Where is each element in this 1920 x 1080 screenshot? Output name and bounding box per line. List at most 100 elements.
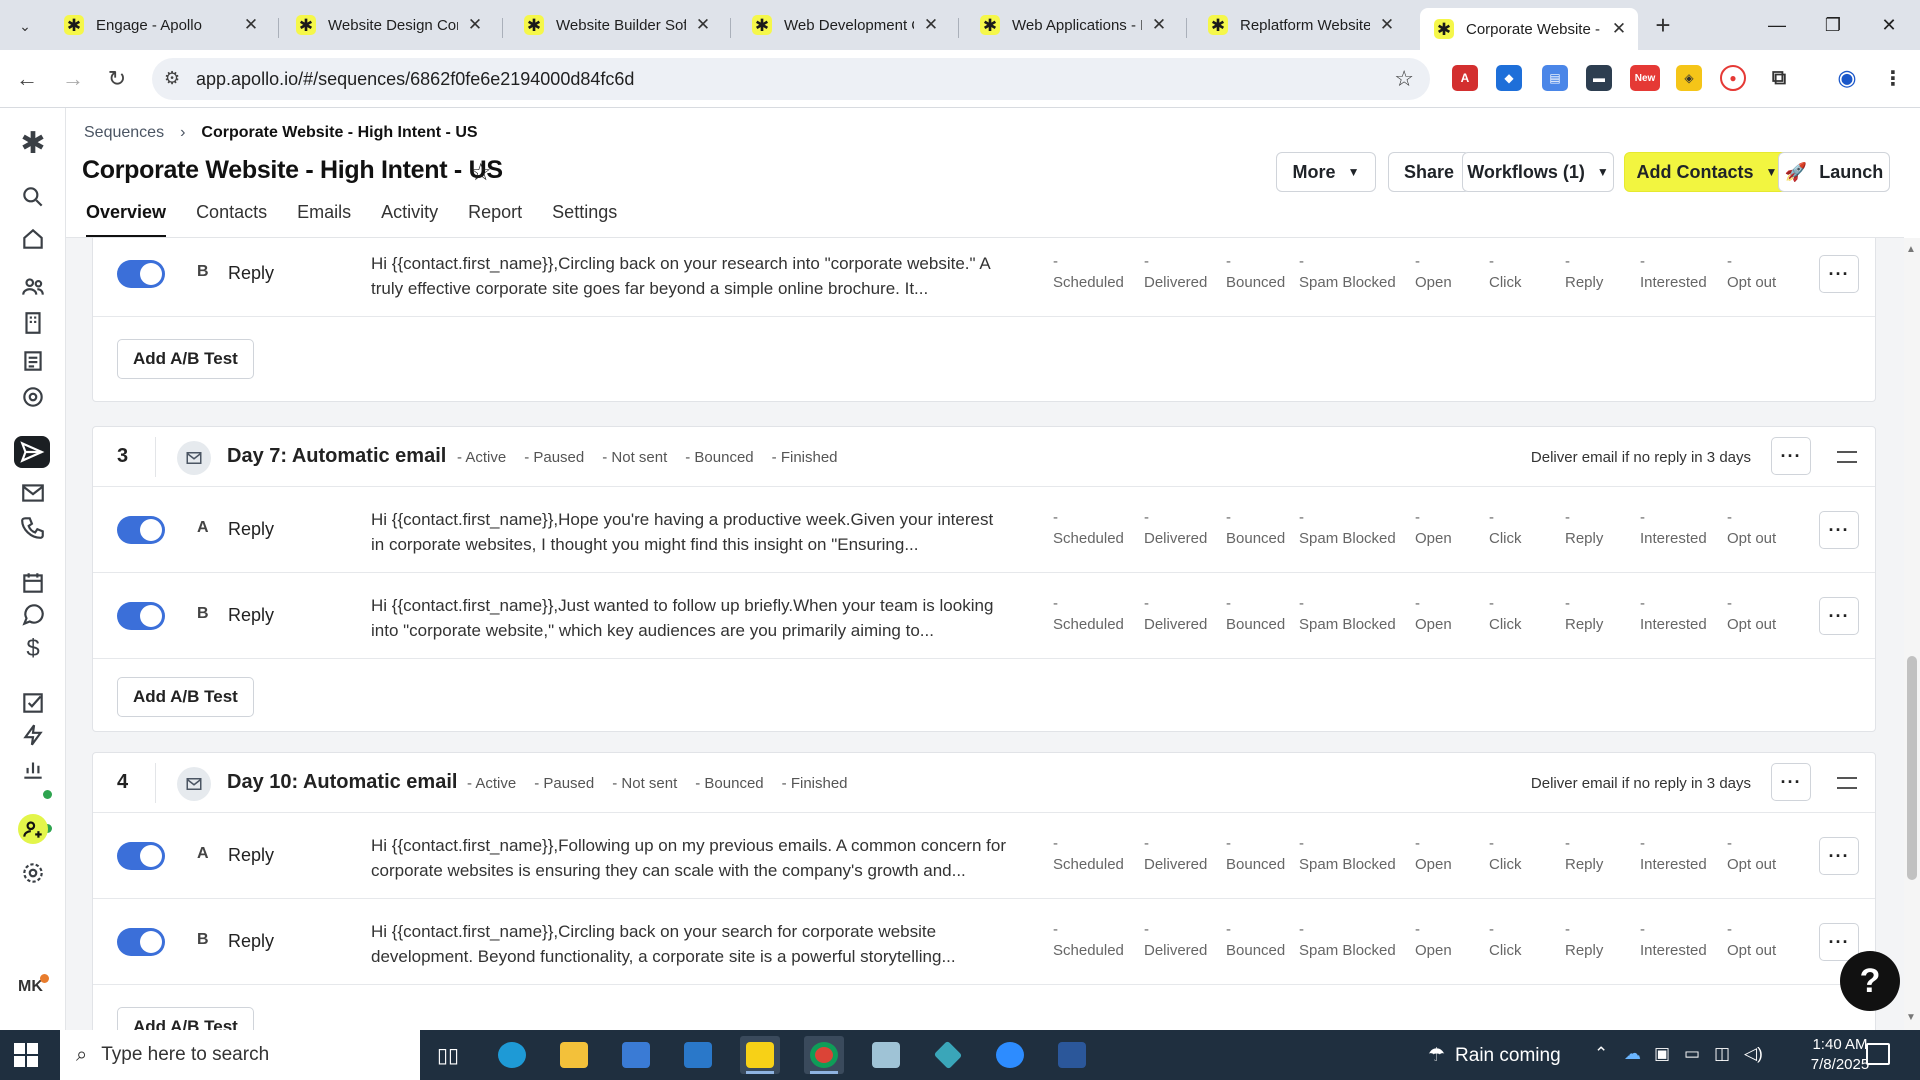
tab-close-icon[interactable]: ✕ (1378, 15, 1396, 35)
apollo-logo-icon[interactable]: ✱ (18, 127, 48, 160)
onedrive-icon[interactable]: ☁ (1624, 1044, 1641, 1064)
docs-extension-icon[interactable]: ▤ (1542, 65, 1568, 91)
user-avatar[interactable]: MK (18, 978, 43, 996)
file-explorer-icon[interactable] (554, 1036, 594, 1074)
companies-icon[interactable] (18, 308, 48, 338)
browser-tab-2[interactable]: ✱ Website Design Com ✕ (282, 8, 494, 42)
tab-search-chevron-icon[interactable]: ⌄ (8, 12, 42, 40)
sequences-send-icon[interactable] (14, 436, 50, 468)
settings-gear-icon[interactable] (18, 858, 48, 888)
browser-tab-1[interactable]: ✱ Engage - Apollo ✕ (50, 8, 270, 42)
tab-close-icon[interactable]: ✕ (694, 15, 712, 35)
deals-dollar-icon[interactable]: $ (18, 634, 48, 664)
coupon-extension-icon[interactable]: ◈ (1676, 65, 1702, 91)
close-window-icon[interactable]: ✕ (1866, 10, 1912, 40)
windows-start-icon[interactable] (14, 1043, 38, 1067)
tab-emails[interactable]: Emails (297, 202, 351, 238)
variant-more-button[interactable]: ··· (1819, 837, 1859, 875)
battery-icon[interactable]: ▭ (1684, 1044, 1700, 1064)
reload-icon[interactable]: ↻ (102, 64, 132, 94)
volume-icon[interactable]: ◁) (1744, 1044, 1763, 1064)
breadcrumb-sequences-link[interactable]: Sequences (84, 124, 164, 142)
taskbar-search-box[interactable]: ⌕ Type here to search (60, 1030, 420, 1080)
tab-report[interactable]: Report (468, 202, 522, 238)
minimize-icon[interactable]: — (1754, 10, 1800, 40)
store-app-icon[interactable] (616, 1036, 656, 1074)
browser-tab-6[interactable]: ✱ Replatform Website ✕ (1194, 8, 1406, 42)
tab-close-icon[interactable]: ✕ (466, 15, 484, 35)
data-enrichment-icon[interactable] (18, 382, 48, 412)
phone-icon[interactable] (18, 512, 48, 542)
variant-toggle[interactable] (117, 842, 165, 870)
step-more-button[interactable]: ··· (1771, 437, 1811, 475)
people-icon[interactable] (18, 272, 48, 302)
share-button[interactable]: Share (1388, 152, 1470, 192)
address-bar[interactable]: ⚙ app.apollo.io/#/sequences/6862f0fe6e21… (152, 58, 1430, 100)
emails-icon[interactable] (18, 478, 48, 508)
tab-contacts[interactable]: Contacts (196, 202, 267, 238)
tab-close-icon[interactable]: ✕ (922, 15, 940, 35)
new-extension-icon[interactable]: New (1630, 65, 1660, 91)
tray-chevron-icon[interactable]: ⌃ (1594, 1044, 1608, 1064)
notes-app-icon[interactable] (866, 1036, 906, 1074)
drag-handle-icon[interactable] (1837, 777, 1857, 789)
meet-now-icon[interactable]: ▣ (1654, 1044, 1670, 1064)
variant-toggle[interactable] (117, 602, 165, 630)
notification-center-icon[interactable] (1866, 1043, 1890, 1065)
launch-button[interactable]: 🚀 Launch (1778, 152, 1890, 192)
step-title[interactable]: Day 10: Automatic email (227, 771, 457, 794)
search-icon[interactable] (18, 182, 48, 212)
tab-activity[interactable]: Activity (381, 202, 438, 238)
email-preview[interactable]: Hi {{contact.first_name}},Circling back … (371, 251, 1011, 301)
browser-tab-4[interactable]: ✱ Web Development C ✕ (738, 8, 950, 42)
browser-tab-active[interactable]: ✱ Corporate Website - ✕ (1420, 8, 1638, 50)
shield-extension-icon[interactable]: ◆ (1496, 65, 1522, 91)
mail-app-icon[interactable] (678, 1036, 718, 1074)
tab-close-icon[interactable]: ✕ (1150, 15, 1168, 35)
favorite-star-icon[interactable]: ☆ (470, 158, 492, 187)
analytics-icon[interactable] (18, 754, 48, 784)
chrome-app-icon[interactable] (804, 1036, 844, 1074)
vpn-app-icon[interactable] (928, 1036, 968, 1074)
weather-widget[interactable]: ☂ Rain coming (1428, 1044, 1561, 1067)
zoom-app-icon[interactable] (990, 1036, 1030, 1074)
scroll-up-arrow-icon[interactable]: ▲ (1906, 244, 1916, 255)
variant-more-button[interactable]: ··· (1819, 597, 1859, 635)
calendar-icon[interactable] (18, 568, 48, 598)
extensions-puzzle-icon[interactable]: ⧉ (1766, 65, 1792, 91)
variant-toggle[interactable] (117, 260, 165, 288)
email-preview[interactable]: Hi {{contact.first_name}},Hope you're ha… (371, 507, 1011, 557)
word-app-icon[interactable] (1052, 1036, 1092, 1074)
email-preview[interactable]: Hi {{contact.first_name}},Just wanted to… (371, 593, 1011, 643)
forward-arrow-icon[interactable]: → (58, 64, 88, 94)
workflows-button[interactable]: Workflows (1) ▼ (1462, 152, 1614, 192)
tab-close-icon[interactable]: ✕ (1610, 19, 1628, 39)
site-info-icon[interactable]: ⚙ (164, 68, 180, 89)
lists-icon[interactable] (18, 346, 48, 376)
pokeball-extension-icon[interactable]: ● (1720, 65, 1746, 91)
workflows-lightning-icon[interactable] (18, 720, 48, 750)
new-tab-plus-icon[interactable]: + (1648, 10, 1678, 40)
add-ab-test-button[interactable]: Add A/B Test (117, 677, 254, 717)
tab-settings[interactable]: Settings (552, 202, 617, 238)
email-preview[interactable]: Hi {{contact.first_name}},Following up o… (371, 833, 1011, 883)
bookmark-star-icon[interactable]: ☆ (1394, 66, 1414, 92)
home-icon[interactable] (18, 224, 48, 254)
tab-overview[interactable]: Overview (86, 202, 167, 238)
variant-more-button[interactable]: ··· (1819, 511, 1859, 549)
scroll-down-arrow-icon[interactable]: ▼ (1906, 1012, 1916, 1023)
variant-more-button[interactable]: ··· (1819, 255, 1859, 293)
step-more-button[interactable]: ··· (1771, 763, 1811, 801)
tasks-icon[interactable] (18, 688, 48, 718)
pdf-extension-icon[interactable]: A (1452, 65, 1478, 91)
scrollbar-thumb[interactable] (1907, 656, 1917, 880)
wallet-extension-icon[interactable]: ▬ (1586, 65, 1612, 91)
email-preview[interactable]: Hi {{contact.first_name}},Circling back … (371, 919, 1011, 969)
tab-close-icon[interactable]: ✕ (242, 15, 260, 35)
network-icon[interactable]: ◫ (1714, 1044, 1730, 1064)
task-view-icon[interactable]: ▯▯ (428, 1036, 468, 1074)
variant-toggle[interactable] (117, 928, 165, 956)
profile-icon[interactable]: ◉ (1834, 65, 1860, 91)
drag-handle-icon[interactable] (1837, 451, 1857, 463)
variant-toggle[interactable] (117, 516, 165, 544)
